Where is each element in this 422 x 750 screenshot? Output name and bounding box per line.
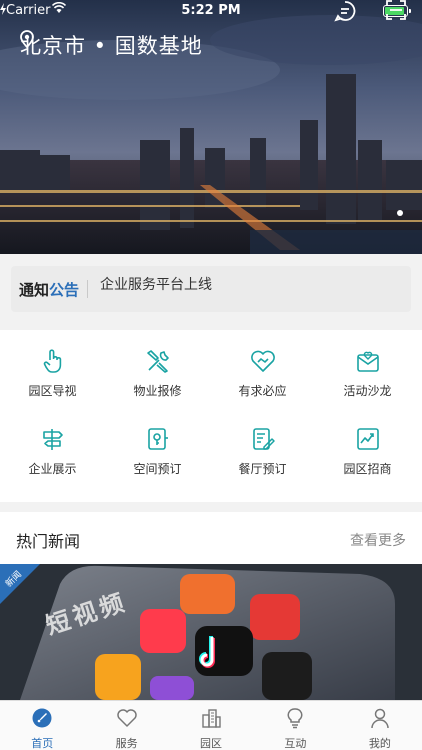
service-label: 园区招商 [343, 462, 392, 476]
handshake-heart-icon [250, 350, 275, 372]
service-label: 餐厅预订 [238, 462, 287, 476]
service-label: 园区导视 [28, 384, 77, 398]
user-icon [371, 708, 389, 729]
service-label: 活动沙龙 [343, 384, 392, 398]
home-rocket-icon [32, 708, 52, 728]
service-events-salon[interactable]: 活动沙龙 [315, 348, 420, 399]
notice-text[interactable]: 企业服务平台上线 [100, 274, 212, 294]
service-restaurant-booking[interactable]: 餐厅预订 [210, 426, 315, 477]
tab-label: 互动 [284, 737, 307, 750]
service-grid: 园区导视 物业报修 有求必应 活动沙龙 企业展示 空间预订 餐厅预订 园区招商 [0, 330, 422, 502]
tab-label: 我的 [368, 737, 391, 750]
tab-home[interactable]: 首页 [0, 701, 84, 750]
message-icon[interactable] [334, 0, 356, 22]
carousel-indicator[interactable] [397, 210, 403, 216]
tab-services[interactable]: 服务 [84, 701, 168, 750]
notice-tag: 通知公告 [19, 280, 80, 299]
charging-icon [0, 3, 6, 15]
service-on-demand[interactable]: 有求必应 [210, 348, 315, 399]
service-label: 有求必应 [238, 384, 287, 398]
service-label: 空间预订 [133, 462, 182, 476]
tab-bar: 首页 服务 园区 互动 我的 [0, 700, 422, 750]
service-park-guide[interactable]: 园区导视 [0, 348, 105, 399]
notice-divider [87, 280, 89, 298]
tab-label: 首页 [31, 737, 54, 750]
service-label: 物业报修 [133, 384, 182, 398]
tab-interact[interactable]: 互动 [253, 701, 337, 750]
growth-chart-icon [356, 428, 379, 450]
tab-profile[interactable]: 我的 [338, 701, 422, 750]
scan-icon[interactable] [386, 0, 406, 20]
clock: 5:22 PM [181, 3, 241, 18]
location-label: 北京市 • 国数基地 [20, 34, 203, 58]
hot-news-header: 热门新闻 查看更多 [0, 512, 422, 564]
door-key-icon [147, 428, 168, 450]
hand-pointer-icon [43, 349, 61, 373]
hero-banner[interactable]: Carrier 5:22 PM 北京市 • 国数基地 [0, 0, 422, 254]
tab-label: 服务 [115, 737, 138, 750]
buildings-icon [202, 709, 221, 728]
location-selector[interactable]: 北京市 • 国数基地 [20, 30, 203, 60]
signpost-icon [42, 429, 63, 450]
service-property-repair[interactable]: 物业报修 [105, 348, 210, 399]
service-investment[interactable]: 园区招商 [315, 426, 420, 477]
section-title: 热门新闻 [16, 532, 81, 551]
location-pin-icon [20, 30, 34, 48]
service-label: 企业展示 [28, 462, 77, 476]
notice-bar[interactable]: 通知公告 企业服务平台上线 [11, 266, 411, 312]
lightbulb-icon [287, 708, 303, 729]
menu-pen-icon [252, 428, 275, 450]
tab-label: 园区 [200, 737, 223, 750]
service-company-showcase[interactable]: 企业展示 [0, 426, 105, 477]
news-card[interactable]: 新闻 短视频 [0, 564, 422, 700]
heart-mail-icon [356, 351, 379, 372]
service-space-booking[interactable]: 空间预订 [105, 426, 210, 477]
tools-icon [146, 350, 169, 373]
view-more-link[interactable]: 查看更多 [350, 530, 406, 550]
heart-hand-icon [116, 709, 137, 727]
tab-park[interactable]: 园区 [169, 701, 253, 750]
